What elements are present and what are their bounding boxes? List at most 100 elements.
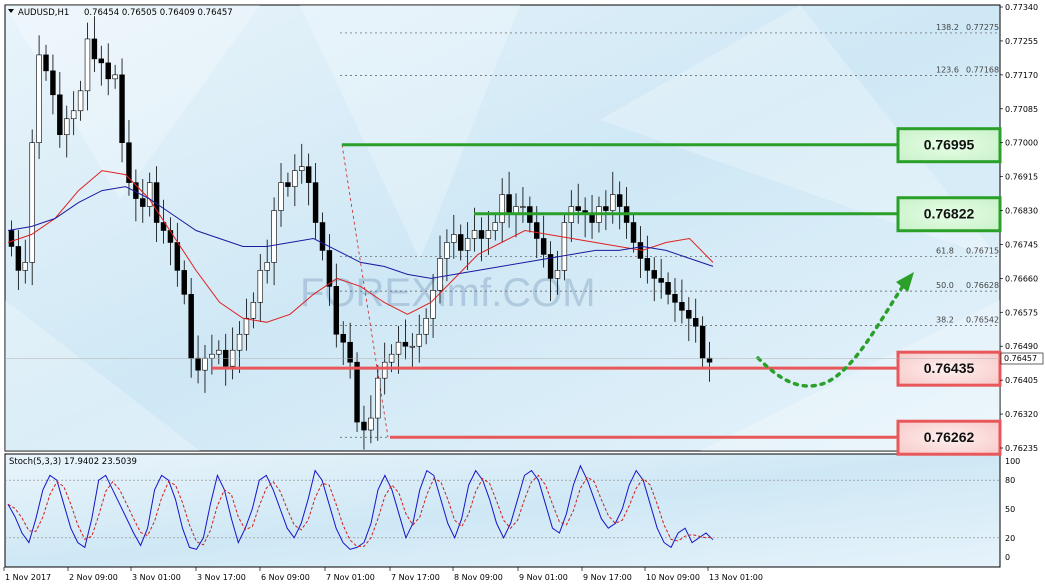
candle-body [305, 166, 312, 183]
candle-body [22, 262, 28, 271]
candle-body [381, 361, 388, 379]
candle-body [699, 325, 706, 359]
candle-body [672, 294, 678, 303]
candle-body [485, 230, 492, 239]
price-tick-label: 0.76235 [1005, 444, 1038, 453]
time-tick-label: 1 Nov 2017 [5, 573, 51, 582]
candle-body [105, 62, 111, 80]
price-tick-label: 0.76490 [1005, 342, 1038, 351]
ohlc-label: 0.76454 0.76505 0.76409 0.76457 [84, 8, 233, 18]
candle-body [202, 357, 208, 371]
time-tick-label: 3 Nov 17:00 [197, 573, 246, 582]
candle-body [575, 206, 581, 211]
price-axis: 0.77340 0.77255 0.77170 0.77085 0.77000 0.769… [1000, 3, 1038, 453]
price-tick-label: 0.76915 [1005, 173, 1038, 182]
time-tick-label: 10 Nov 09:00 [646, 573, 700, 582]
time-tick-label: 7 Nov 17:00 [391, 573, 440, 582]
candle-body [57, 94, 63, 136]
candle-body [706, 357, 713, 363]
stoch-level-label: 80 [1005, 476, 1015, 485]
candle-body [347, 341, 353, 363]
candle-body [271, 210, 277, 263]
candle-body [492, 222, 498, 231]
candle-body [319, 222, 326, 251]
candle-body [84, 38, 91, 92]
fib-ratio-label: 61.8 [936, 246, 954, 255]
candle-body [167, 230, 174, 243]
candle-body [29, 142, 35, 263]
candle-body [409, 345, 416, 348]
candle-body [236, 333, 243, 351]
price-tick-label: 0.76745 [1005, 240, 1038, 249]
candle-body [340, 333, 346, 343]
candle-body [216, 349, 222, 355]
candle-body [589, 214, 595, 223]
candle-body [278, 182, 284, 211]
candle-body [250, 302, 257, 319]
candle-body [209, 353, 215, 359]
fib-price-label: 0.77168 [966, 66, 999, 75]
candle-body [119, 74, 125, 143]
candle-body [70, 110, 77, 120]
candle-body [36, 54, 42, 143]
price-tick-label: 0.77170 [1005, 71, 1038, 80]
symbol-label: AUDUSD,H1 [18, 8, 69, 18]
time-tick-label: 9 Nov 17:00 [583, 573, 632, 582]
candle-body [540, 238, 547, 255]
candle-body [430, 290, 436, 319]
price-tick-label: 0.76320 [1005, 410, 1038, 419]
candle-body [91, 38, 98, 60]
price-tick-label: 0.76405 [1005, 376, 1038, 385]
candle-body [395, 341, 402, 355]
candle-body [554, 270, 561, 279]
resistance-level-label: 0.76822 [924, 206, 975, 222]
candle-body [471, 230, 478, 239]
candle-body [333, 286, 340, 335]
fib-price-label: 0.76628 [966, 281, 999, 290]
price-tick-label: 0.76575 [1005, 308, 1038, 317]
candle-body [50, 70, 56, 96]
candle-body [679, 302, 685, 311]
candle-body [651, 270, 657, 279]
candle-body [257, 270, 263, 303]
candle-body [361, 421, 367, 431]
support-level-label: 0.76262 [924, 429, 975, 445]
candle-body [416, 333, 422, 347]
candle-body [534, 222, 540, 239]
fib-ratio-label: 50.0 [936, 281, 954, 290]
candle-body [264, 262, 270, 271]
fib-price-label: 0.76715 [966, 246, 999, 255]
candle-body [77, 90, 84, 112]
fib-ratio-label: 138.2 [936, 23, 959, 32]
candle-body [665, 282, 671, 295]
candle-body [140, 198, 146, 207]
candle-body [354, 361, 360, 423]
support-level-label: 0.76435 [924, 360, 975, 376]
candle-body [299, 166, 305, 171]
candle-body [98, 58, 105, 64]
candle-body [478, 230, 485, 239]
candle-body [458, 234, 464, 251]
candle-body [630, 222, 637, 243]
candle-body [451, 234, 457, 243]
stoch-level-label: 100 [1005, 457, 1020, 466]
candle-body [326, 250, 333, 287]
candle-body [464, 238, 471, 251]
fib-price-label: 0.77275 [966, 23, 999, 32]
candle-body [285, 182, 291, 187]
time-tick-label: 2 Nov 09:00 [69, 573, 118, 582]
candle-body [112, 74, 118, 80]
candle-body [686, 310, 692, 319]
time-tick-label: 13 Nov 01:00 [709, 573, 763, 582]
time-tick-label: 8 Nov 09:00 [454, 573, 503, 582]
candle-body [43, 54, 49, 72]
fib-ratio-label: 38.2 [936, 315, 954, 324]
candle-body [499, 194, 505, 223]
candle-body [644, 258, 651, 271]
time-tick-label: 3 Nov 01:00 [132, 573, 181, 582]
candle-body [520, 206, 526, 208]
stoch-panel-bg [4, 453, 1001, 568]
candle-body [603, 206, 609, 211]
candle-body [292, 170, 298, 187]
price-tick-label: 0.77085 [1005, 105, 1038, 114]
